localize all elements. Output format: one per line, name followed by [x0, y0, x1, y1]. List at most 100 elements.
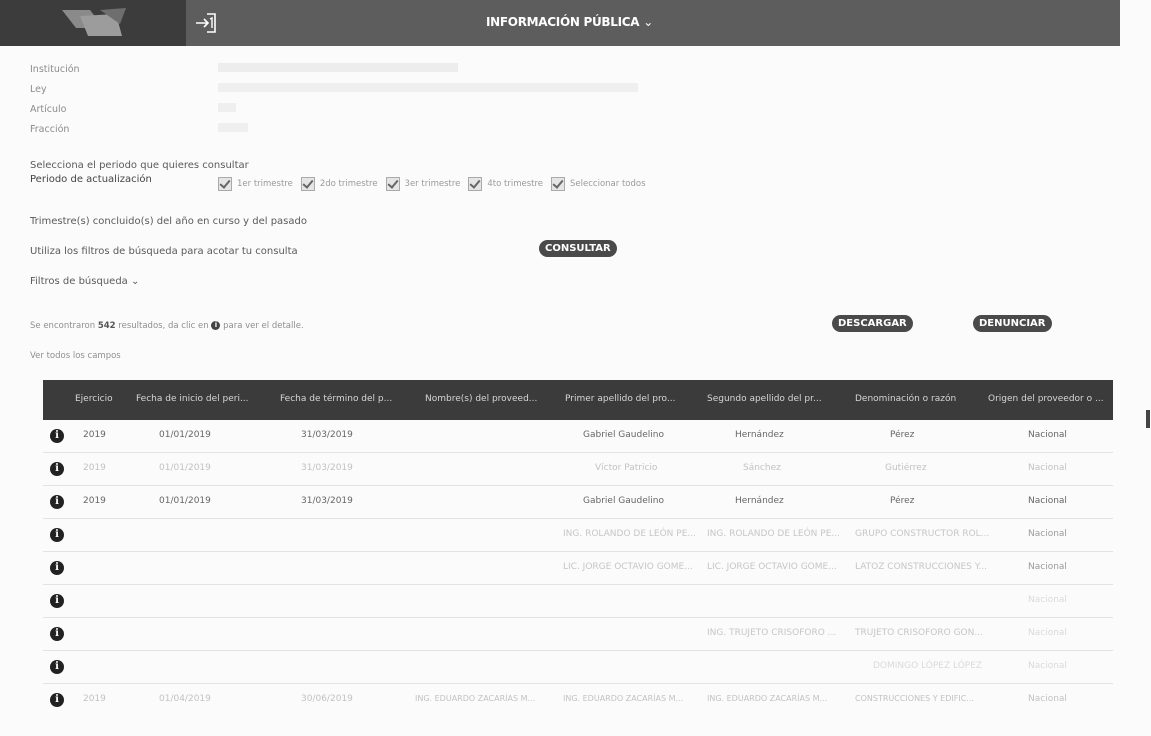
table-cell: 01/01/2019 — [159, 463, 211, 473]
fraccion-value — [218, 123, 248, 132]
table-row: i 2019 01/04/2019 30/06/2019 ING. EDUARD… — [43, 684, 1113, 716]
denunciar-button[interactable]: DENUNCIAR — [973, 315, 1052, 332]
table-cell: Víctor Patricio — [595, 463, 658, 473]
checkbox-seleccionar-todos[interactable]: Seleccionar todos — [551, 177, 646, 191]
table-cell: Nacional — [1028, 661, 1067, 671]
table-cell: ING. ROLANDO DE LEÓN PE... — [707, 529, 840, 539]
table-row: i 2019 01/01/2019 31/03/2019 Víctor Patr… — [43, 453, 1113, 486]
info-circle-icon[interactable]: i — [50, 528, 64, 542]
column-header[interactable]: Segundo apellido del pr... — [707, 394, 822, 404]
descargar-button[interactable]: DESCARGAR — [832, 315, 913, 332]
checkbox-4to-trimestre[interactable]: 4to trimestre — [468, 177, 543, 191]
filtros-label: Filtros de búsqueda — [30, 276, 128, 287]
table-cell: ING. ROLANDO DE LEÓN PE... — [563, 529, 696, 539]
results-summary: Se encontraron 542 resultados, da clic e… — [30, 321, 304, 331]
table-cell: 01/04/2019 — [159, 694, 211, 704]
checkbox-label: Seleccionar todos — [570, 179, 646, 189]
table-cell: Nacional — [1028, 529, 1067, 539]
table-cell: Gabriel Gaudelino — [583, 430, 664, 440]
table-cell: GRUPO CONSTRUCTOR ROL... — [855, 529, 990, 539]
column-header[interactable]: Fecha de término del p... — [280, 394, 392, 404]
table-cell: LIC. JORGE OCTAVIO GOME... — [563, 562, 693, 572]
trimestre-note: Trimestre(s) concluido(s) del año en cur… — [30, 216, 307, 227]
column-header[interactable]: Primer apellido del pro... — [565, 394, 675, 404]
logo[interactable] — [0, 0, 186, 46]
period-checkboxes: 1er trimestre 2do trimestre 3er trimestr… — [218, 177, 654, 191]
column-header[interactable]: Ejercicio — [75, 394, 113, 404]
column-header[interactable]: Denominación o razón — [855, 394, 956, 404]
chevron-down-icon: ⌄ — [643, 15, 654, 29]
info-circle-icon[interactable]: i — [50, 495, 64, 509]
logo-mark — [62, 8, 126, 36]
table-cell: ING. TRUJETO CRISOFORO ... — [707, 628, 837, 638]
period-label: Periodo de actualización — [30, 174, 152, 185]
scrollbar-thumb[interactable] — [1146, 410, 1150, 428]
fraccion-label: Fracción — [30, 124, 70, 135]
table-row: i ING. ROLANDO DE LEÓN PE... ING. ROLAND… — [43, 519, 1113, 552]
top-navigation-bar: INFORMACIÓN PÚBLICA ⌄ — [0, 0, 1120, 46]
checkbox-2do-trimestre[interactable]: 2do trimestre — [300, 177, 378, 191]
table-cell: 2019 — [83, 496, 106, 506]
checkbox-checked-icon — [385, 177, 400, 191]
checkbox-label: 1er trimestre — [237, 179, 293, 189]
results-count: 542 — [97, 321, 116, 331]
checkbox-checked-icon — [218, 177, 232, 191]
table-row: i Nacional — [43, 585, 1113, 618]
table-row: i DOMINGO LÓPEZ LÓPEZ Nacional — [43, 651, 1113, 684]
table-cell: ING. EDUARDO ZACARÍAS M... — [707, 694, 828, 703]
checkbox-label: 2do trimestre — [319, 179, 378, 189]
articulo-value — [218, 103, 236, 112]
table-cell: 30/06/2019 — [301, 694, 353, 704]
ley-label: Ley — [30, 84, 47, 95]
chevron-down-icon: ⌄ — [130, 276, 140, 287]
info-circle-icon[interactable]: i — [50, 462, 64, 476]
checkbox-checked-icon — [468, 177, 483, 191]
table-cell: ING. EDUARDO ZACARÍAS M... — [415, 694, 536, 703]
table-row: i LIC. JORGE OCTAVIO GOME... LIC. JORGE … — [43, 552, 1113, 585]
table-cell: 2019 — [83, 430, 106, 440]
table-cell: Sánchez — [743, 463, 781, 473]
table-cell: ING. EDUARDO ZACARÍAS M... — [563, 694, 684, 703]
checkbox-label: 3er trimestre — [404, 179, 461, 189]
results-suffix: para ver el detalle. — [220, 321, 304, 331]
institution-value — [218, 63, 458, 72]
ley-value — [218, 83, 638, 92]
table-cell: 31/03/2019 — [301, 463, 353, 473]
consultar-button[interactable]: CONSULTAR — [539, 240, 617, 257]
articulo-label: Artículo — [30, 104, 67, 115]
info-circle-icon[interactable]: i — [50, 561, 64, 575]
filtros-busqueda-toggle[interactable]: Filtros de búsqueda ⌄ — [30, 276, 139, 287]
table-header: Ejercicio Fecha de inicio del peri... Fe… — [43, 380, 1113, 420]
checkbox-1er-trimestre[interactable]: 1er trimestre — [218, 177, 293, 191]
table-cell: Nacional — [1028, 562, 1067, 572]
column-header[interactable]: Origen del proveedor o ... — [988, 394, 1104, 404]
table-cell: 01/01/2019 — [159, 430, 211, 440]
info-circle-icon[interactable]: i — [50, 693, 64, 707]
table-cell: Nacional — [1028, 595, 1067, 605]
column-header[interactable]: Nombre(s) del proveed... — [425, 394, 537, 404]
info-circle-icon[interactable]: i — [50, 660, 64, 674]
column-header[interactable]: Fecha de inicio del peri... — [136, 394, 249, 404]
checkbox-checked-icon — [551, 177, 566, 191]
info-circle-icon[interactable]: i — [50, 627, 64, 641]
checkbox-3er-trimestre[interactable]: 3er trimestre — [385, 177, 461, 191]
table-cell: Nacional — [1028, 694, 1067, 704]
table-cell: 2019 — [83, 463, 106, 473]
table-cell: Nacional — [1028, 430, 1067, 440]
table-cell: Nacional — [1028, 463, 1067, 473]
table-cell: LIC. JORGE OCTAVIO GOME... — [707, 562, 837, 572]
table-cell: CONSTRUCCIONES Y EDIFIC... — [855, 694, 974, 703]
ver-todos-link[interactable]: Ver todos los campos — [30, 351, 121, 361]
table-cell: Pérez — [890, 496, 915, 506]
info-circle-icon[interactable]: i — [50, 429, 64, 443]
info-circle-icon[interactable]: i — [50, 594, 64, 608]
table-cell: TRUJETO CRISOFORO GON... — [855, 628, 983, 638]
login-icon[interactable] — [194, 12, 218, 34]
table-cell: Gabriel Gaudelino — [583, 496, 664, 506]
table-cell: LATOZ CONSTRUCCIONES Y... — [855, 562, 987, 572]
table-cell: Pérez — [890, 430, 915, 440]
table-cell: Gutiérrez — [885, 463, 927, 473]
table-cell: 31/03/2019 — [301, 496, 353, 506]
table-row: i 2019 01/01/2019 31/03/2019 Gabriel Gau… — [43, 420, 1113, 453]
nav-menu-informacion-publica[interactable]: INFORMACIÓN PÚBLICA ⌄ — [486, 15, 653, 29]
